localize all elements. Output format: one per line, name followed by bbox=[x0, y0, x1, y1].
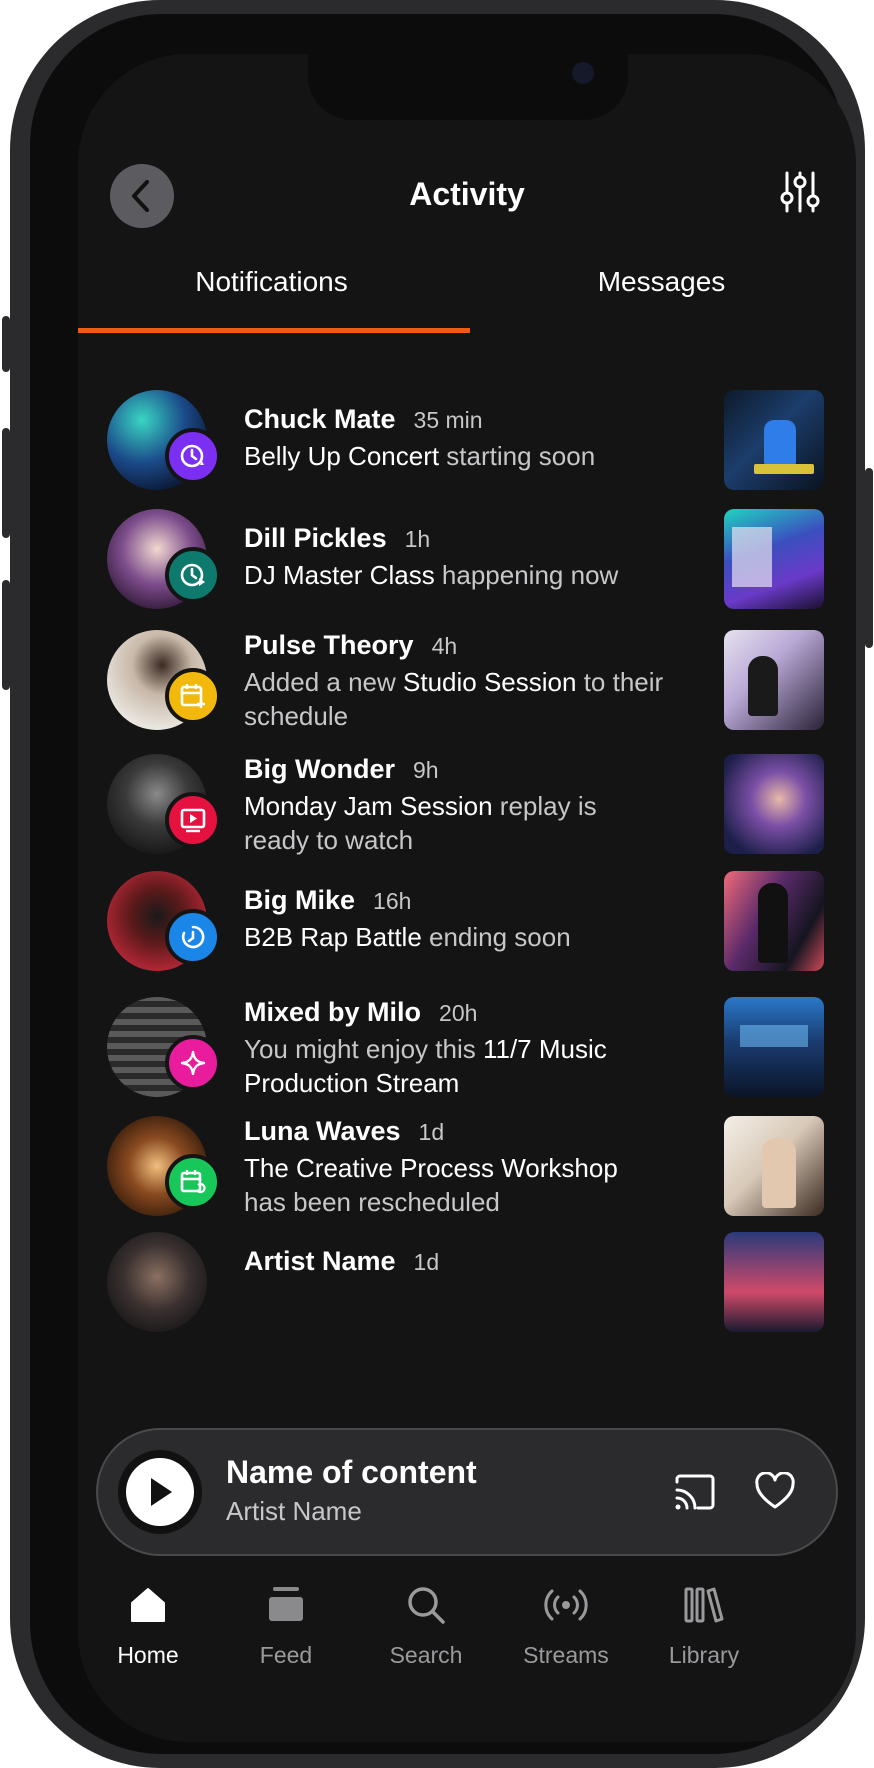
clock-play-icon bbox=[180, 563, 205, 587]
sender-name: Pulse Theory bbox=[244, 630, 414, 660]
thumbnail[interactable] bbox=[724, 754, 824, 854]
notification-text: B2B Rap Battle ending soon bbox=[244, 922, 571, 952]
broadcast-icon bbox=[544, 1589, 588, 1621]
phone-frame: Activity Notifications Messages Chuck Ma… bbox=[2, 0, 873, 1768]
volume-down-button bbox=[2, 580, 10, 690]
player-title: Name of content bbox=[226, 1454, 477, 1490]
sender-name: Big Mike bbox=[244, 885, 356, 915]
sender-name: Dill Pickles bbox=[244, 523, 387, 553]
timestamp: 16h bbox=[373, 888, 412, 914]
timestamp: 9h bbox=[413, 757, 439, 783]
thumbnail[interactable] bbox=[724, 871, 824, 971]
play-button[interactable] bbox=[118, 1450, 202, 1534]
notification-text: DJ Master Class happening now bbox=[244, 560, 619, 590]
heart-icon bbox=[755, 1471, 795, 1509]
notification-text: Monday Jam Session replay is ready to wa… bbox=[244, 791, 597, 855]
timestamp: 4h bbox=[431, 633, 458, 659]
search-icon bbox=[408, 1587, 445, 1624]
sender-name: Chuck Mate bbox=[244, 404, 396, 434]
power-button bbox=[865, 468, 873, 648]
mini-player[interactable]: Name of content Artist Name bbox=[96, 1428, 838, 1556]
nav-label: Search bbox=[389, 1642, 463, 1668]
library-icon bbox=[684, 1587, 724, 1623]
badge bbox=[165, 1035, 221, 1091]
clock-alert-icon bbox=[180, 444, 204, 468]
nav-label: Streams bbox=[523, 1642, 609, 1668]
thumbnail[interactable] bbox=[724, 630, 824, 730]
badge bbox=[165, 668, 221, 724]
timestamp: 35 min bbox=[413, 407, 483, 433]
player-artist: Artist Name bbox=[226, 1496, 362, 1526]
thumbnail[interactable] bbox=[724, 997, 824, 1097]
play-screen-icon bbox=[180, 808, 206, 833]
favorite-button[interactable] bbox=[754, 1471, 796, 1515]
notification-text: Belly Up Concert starting soon bbox=[244, 441, 596, 471]
thumbnail[interactable] bbox=[724, 509, 824, 609]
notification-text: The Creative Process Workshop has been r… bbox=[244, 1153, 618, 1217]
notification-text: Added a new Studio Session to their sche… bbox=[244, 667, 664, 731]
sparkle-icon bbox=[180, 1050, 206, 1076]
nav-home[interactable]: Home bbox=[78, 1582, 226, 1669]
nav-streams[interactable]: Streams bbox=[488, 1582, 644, 1669]
thumbnail[interactable] bbox=[724, 390, 824, 490]
cast-button[interactable] bbox=[674, 1472, 716, 1517]
badge bbox=[165, 547, 221, 603]
badge bbox=[165, 909, 221, 965]
notification-text: You might enjoy this 11/7 Music Producti… bbox=[244, 1034, 607, 1098]
side-button bbox=[2, 316, 10, 372]
play-icon bbox=[151, 1478, 172, 1506]
timestamp: 1d bbox=[413, 1249, 440, 1275]
sender-name: Mixed by Milo bbox=[244, 997, 422, 1027]
nav-search[interactable]: Search bbox=[348, 1582, 504, 1669]
screen: Activity Notifications Messages Chuck Ma… bbox=[78, 54, 856, 1742]
timestamp: 20h bbox=[439, 1000, 478, 1026]
sender-name: Luna Waves bbox=[244, 1116, 401, 1146]
cast-icon bbox=[675, 1474, 715, 1510]
sender-name: Big Wonder bbox=[244, 754, 395, 784]
nav-label: Home bbox=[117, 1642, 179, 1668]
nav-label: Library bbox=[668, 1642, 740, 1668]
feed-icon bbox=[269, 1587, 303, 1621]
calendar-refresh-icon bbox=[180, 1170, 206, 1194]
avatar bbox=[107, 1232, 207, 1332]
badge bbox=[165, 792, 221, 848]
home-icon bbox=[131, 1588, 165, 1622]
nav-label: Feed bbox=[259, 1642, 313, 1668]
calendar-plus-icon bbox=[180, 684, 205, 708]
phone-bezel: Activity Notifications Messages Chuck Ma… bbox=[30, 14, 856, 1754]
nav-feed[interactable]: Feed bbox=[208, 1582, 364, 1669]
badge bbox=[165, 1154, 221, 1210]
thumbnail[interactable] bbox=[724, 1232, 824, 1332]
volume-up-button bbox=[2, 428, 10, 538]
timestamp: 1h bbox=[404, 526, 431, 552]
nav-library[interactable]: Library bbox=[626, 1582, 782, 1669]
thumbnail[interactable] bbox=[724, 1116, 824, 1216]
sender-name: Artist Name bbox=[244, 1246, 396, 1276]
timestamp: 1d bbox=[418, 1119, 445, 1145]
badge bbox=[165, 428, 221, 484]
timer-icon bbox=[181, 925, 205, 949]
